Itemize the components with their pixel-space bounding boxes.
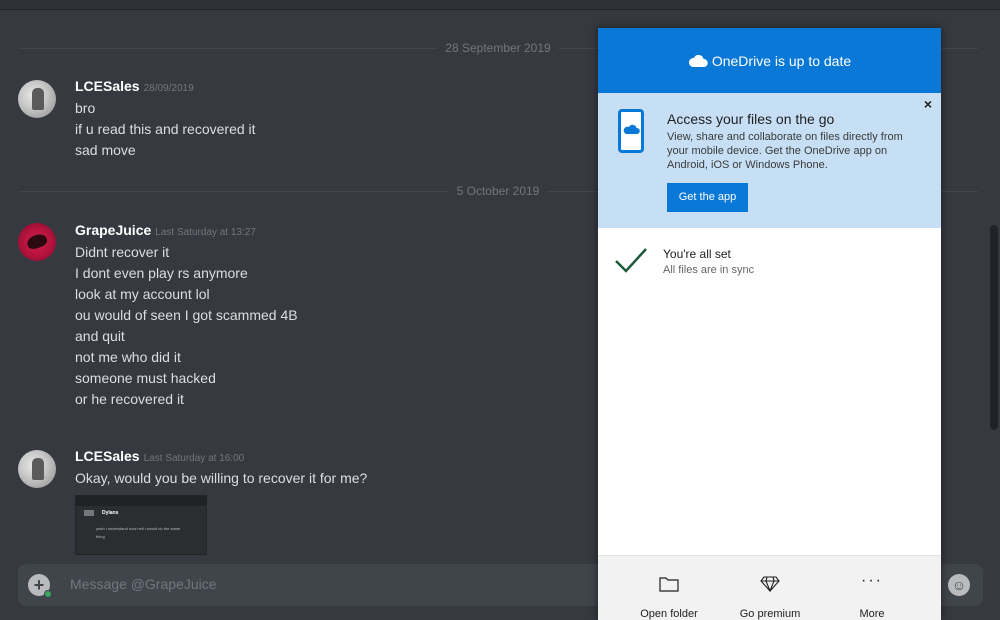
phone-icon	[618, 109, 644, 153]
message-line: Okay, would you be willing to recover it…	[75, 470, 368, 486]
attachment-text: yeah i understand now hell i would do th…	[96, 526, 181, 531]
message-line: someone must hacked	[75, 370, 216, 386]
message-line: look at my account lol	[75, 286, 210, 302]
author-name[interactable]: LCESales	[75, 78, 140, 94]
diamond-icon	[760, 576, 780, 592]
chat-topbar	[0, 0, 1000, 10]
get-app-button[interactable]: Get the app	[667, 183, 748, 212]
close-icon[interactable]: ×	[921, 97, 935, 111]
open-folder-button[interactable]: Open folder	[619, 556, 719, 620]
folder-icon	[659, 577, 679, 592]
message-author[interactable]: GrapeJuice Last Saturday at 13:27	[75, 222, 256, 238]
message-line: and quit	[75, 328, 125, 344]
promo-description: View, share and collaborate on files dir…	[667, 131, 903, 171]
message-timestamp: 28/09/2019	[143, 83, 194, 94]
author-name[interactable]: GrapeJuice	[75, 222, 151, 238]
cloud-icon	[688, 54, 708, 67]
image-attachment[interactable]: Dylans yeah i understand now hell i woul…	[75, 495, 207, 555]
avatar[interactable]	[18, 223, 56, 261]
onedrive-status-title: OneDrive is up to date	[711, 52, 852, 69]
more-icon: ···	[861, 572, 883, 589]
go-premium-button[interactable]: Go premium	[720, 556, 820, 620]
message-line: not me who did it	[75, 349, 181, 365]
checkmark-icon	[615, 248, 647, 273]
date-divider-label: 28 September 2019	[437, 41, 559, 55]
message-line: I dont even play rs anymore	[75, 265, 248, 281]
message-line: sad move	[75, 142, 136, 158]
onedrive-header: OneDrive is up to date	[598, 28, 941, 93]
sync-status: You're all set All files are in sync	[598, 228, 941, 288]
message-line: or he recovered it	[75, 391, 184, 407]
avatar[interactable]	[18, 450, 56, 488]
open-folder-label: Open folder	[640, 608, 698, 620]
date-divider-label: 5 October 2019	[448, 184, 548, 198]
more-label: More	[859, 608, 885, 620]
message-line: if u read this and recovered it	[75, 121, 256, 137]
message-line: Didnt recover it	[75, 244, 170, 260]
message-timestamp: Last Saturday at 13:27	[155, 227, 256, 238]
onedrive-footer: Open folder Go premium ··· More	[598, 555, 941, 620]
attachment-text: thing	[96, 534, 105, 539]
sync-status-title: You're all set	[663, 247, 731, 261]
message-line: ou would of seen I got scammed 4B	[75, 307, 298, 323]
attachment-title: Dylans	[102, 510, 119, 516]
onedrive-promo: × Access your files on the go View, shar…	[598, 93, 941, 228]
more-button[interactable]: ··· More	[822, 556, 922, 620]
message-input[interactable]: Message @GrapeJuice	[70, 576, 217, 592]
message-line: bro	[75, 100, 96, 116]
message-timestamp: Last Saturday at 16:00	[143, 453, 245, 464]
promo-title: Access your files on the go	[667, 111, 835, 127]
onedrive-flyout: OneDrive is up to date × Access your fil…	[598, 28, 941, 620]
message-author[interactable]: LCESales 28/09/2019	[75, 78, 194, 94]
message-author[interactable]: LCESales Last Saturday at 16:00	[75, 448, 244, 464]
sync-status-subtitle: All files are in sync	[663, 264, 755, 276]
author-name[interactable]: LCESales	[75, 448, 140, 464]
chat-scrollbar[interactable]	[990, 225, 998, 430]
attachment-menu-icon	[84, 510, 94, 516]
avatar[interactable]	[18, 80, 56, 118]
upload-badge-icon	[44, 590, 52, 598]
emoji-icon[interactable]: ☺	[948, 574, 970, 596]
attachment-titlebar	[76, 496, 206, 506]
go-premium-label: Go premium	[739, 608, 801, 620]
